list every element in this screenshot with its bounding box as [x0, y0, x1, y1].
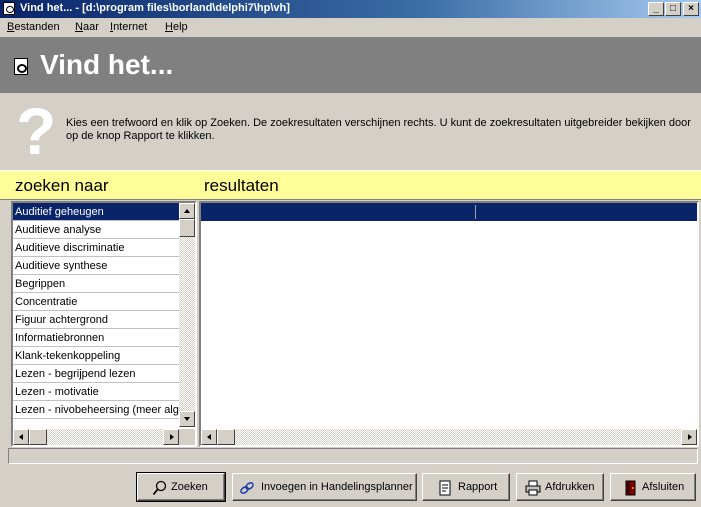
status-bar: [8, 448, 698, 464]
column-divider[interactable]: [475, 205, 476, 219]
list-item[interactable]: Lezen - begrijpend lezen: [13, 365, 179, 383]
list-item[interactable]: Klank-tekenkoppeling: [13, 347, 179, 365]
printer-icon: [525, 480, 541, 496]
list-item[interactable]: Auditief geheugen: [13, 203, 179, 221]
results-horizontal-scrollbar[interactable]: [201, 429, 697, 445]
menu-internet[interactable]: Internet: [110, 21, 147, 33]
insert-handelingsplanner-button[interactable]: Invoegen in Handelingsplanner: [232, 473, 417, 501]
print-button-label: Afdrukken: [545, 481, 595, 493]
insert-button-label: Invoegen in Handelingsplanner: [261, 481, 413, 493]
scroll-up-button[interactable]: [179, 203, 195, 219]
print-button[interactable]: Afdrukken: [516, 473, 604, 501]
report-button[interactable]: Rapport: [422, 473, 510, 501]
page-banner: Vind het...: [0, 37, 701, 93]
close-button[interactable]: Afsluiten: [610, 473, 696, 501]
search-header: zoeken naar: [15, 176, 109, 195]
list-item[interactable]: Auditieve analyse: [13, 221, 179, 239]
scroll-right-button[interactable]: [163, 429, 179, 445]
menu-naar[interactable]: Naar: [75, 21, 99, 33]
results-column-header[interactable]: [201, 203, 697, 221]
exit-door-icon: [625, 480, 636, 496]
magnifier-icon: [152, 480, 167, 496]
scroll-thumb[interactable]: [217, 429, 235, 445]
help-text: Kies een trefwoord en klik op Zoeken. De…: [66, 117, 691, 142]
list-item[interactable]: Begrippen: [13, 275, 179, 293]
menu-bar: Bestanden Naar Internet Help: [0, 18, 701, 36]
list-item[interactable]: Auditieve synthese: [13, 257, 179, 275]
report-button-label: Rapport: [458, 481, 498, 493]
link-icon: [240, 482, 254, 494]
scroll-corner: [179, 429, 195, 445]
scroll-down-button[interactable]: [179, 411, 195, 427]
list-item[interactable]: Informatiebronnen: [13, 329, 179, 347]
arrow-left-icon: [19, 434, 23, 440]
arrow-right-icon: [170, 434, 174, 440]
arrow-down-icon: [184, 417, 190, 421]
list-item[interactable]: Auditieve discriminatie: [13, 239, 179, 257]
results-header: resultaten: [204, 176, 279, 195]
scroll-thumb[interactable]: [29, 429, 47, 445]
page-title: Vind het...: [40, 49, 174, 80]
menu-help[interactable]: Help: [165, 21, 188, 33]
arrow-left-icon: [207, 434, 211, 440]
search-button-label: Zoeken: [171, 481, 208, 493]
scroll-left-button[interactable]: [201, 429, 217, 445]
scroll-thumb[interactable]: [179, 219, 195, 237]
minimize-button[interactable]: _: [648, 2, 664, 16]
title-bar: Vind het... - [d:\program files\borland\…: [0, 0, 701, 18]
scroll-right-button[interactable]: [681, 429, 697, 445]
list-vertical-scrollbar[interactable]: [179, 203, 195, 427]
arrow-right-icon: [688, 434, 692, 440]
app-icon[interactable]: [3, 2, 15, 15]
question-mark-icon: ?: [16, 94, 57, 168]
document-search-icon: [14, 58, 28, 75]
window-title: Vind het... - [d:\program files\borland\…: [20, 2, 290, 14]
list-item[interactable]: Figuur achtergrond: [13, 311, 179, 329]
close-window-button[interactable]: ×: [683, 2, 699, 16]
search-button[interactable]: Zoeken: [136, 472, 226, 502]
report-icon: [439, 480, 451, 496]
list-item[interactable]: Lezen - nivobeheersing (meer alge: [13, 401, 179, 419]
list-item[interactable]: Lezen - motivatie: [13, 383, 179, 401]
arrow-up-icon: [184, 209, 190, 213]
search-term-list[interactable]: Auditief geheugen Auditieve analyse Audi…: [11, 201, 197, 447]
list-item[interactable]: Concentratie: [13, 293, 179, 311]
maximize-button[interactable]: □: [665, 2, 681, 16]
results-list[interactable]: [199, 201, 699, 447]
close-button-label: Afsluiten: [642, 481, 685, 493]
list-horizontal-scrollbar[interactable]: [13, 429, 195, 445]
section-header-row: zoeken naar resultaten: [0, 170, 701, 200]
scroll-left-button[interactable]: [13, 429, 29, 445]
menu-bestanden[interactable]: Bestanden: [7, 21, 60, 33]
